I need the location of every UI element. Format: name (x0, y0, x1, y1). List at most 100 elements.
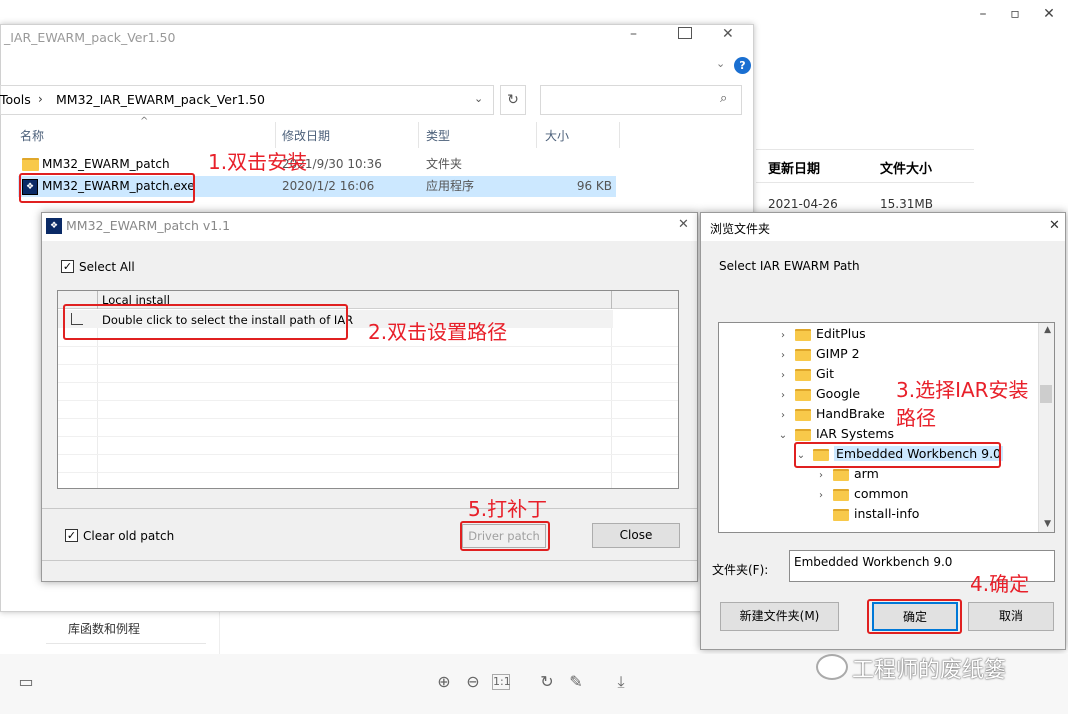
file-date: 2020/1/2 16:06 (282, 179, 375, 193)
explorer-minimize-button[interactable]: – (630, 26, 650, 42)
column-separator (536, 122, 537, 148)
column-separator (275, 122, 276, 148)
new-folder-button[interactable]: 新建文件夹(M) (720, 602, 839, 631)
scroll-down-icon[interactable]: ▼ (1044, 519, 1051, 529)
grid-line (58, 364, 678, 365)
chevron-right-icon[interactable]: › (815, 486, 827, 506)
grid-line (97, 328, 98, 488)
tree-item-label: GIMP 2 (816, 346, 860, 361)
chevron-right-icon[interactable]: › (777, 386, 789, 406)
fit-icon[interactable]: 1:1 (492, 674, 511, 690)
highlight-ok (867, 599, 962, 634)
patch-close-icon[interactable]: ✕ (678, 217, 689, 232)
grid-line (58, 346, 678, 347)
bg-divider (46, 643, 206, 644)
folder-icon (795, 348, 811, 361)
explorer-title: _IAR_EWARM_pack_Ver1.50 (4, 30, 176, 45)
edit-icon[interactable]: ✎ (566, 672, 586, 692)
clear-old-patch-checkbox[interactable]: ✓ (65, 529, 78, 542)
annotation-step1: 1.双击安装 (208, 150, 308, 174)
chevron-right-icon[interactable]: › (815, 466, 827, 486)
grid-line (58, 382, 678, 383)
tree-item-label: EditPlus (816, 326, 866, 341)
search-input[interactable] (540, 85, 742, 115)
folder-tree[interactable]: › EditPlus › GIMP 2 › Git › Google › HandBrak… (718, 322, 1055, 533)
tree-item[interactable]: › Google (777, 384, 860, 404)
annotation-step2: 2.双击设置路径 (368, 320, 508, 344)
grid-line (58, 436, 678, 437)
chevron-right-icon[interactable]: › (777, 346, 789, 366)
chevron-down-icon[interactable]: ⌄ (716, 57, 725, 70)
tree-item-label: Git (816, 366, 835, 381)
dialog-divider (42, 508, 697, 509)
wechat-icon (816, 654, 848, 680)
grid-line (58, 472, 678, 473)
chevron-right-icon[interactable]: › (777, 366, 789, 386)
tree-item[interactable]: › GIMP 2 (777, 344, 860, 364)
folder-label: 文件夹(F): (712, 563, 769, 577)
address-current[interactable]: MM32_IAR_EWARM_pack_Ver1.50 (56, 92, 265, 107)
chevron-right-icon[interactable]: › (777, 326, 789, 346)
tree-item-label: Google (816, 386, 861, 401)
tree-item-label: common (854, 486, 909, 501)
bg-col-date: 更新日期 (768, 162, 821, 177)
grid-line (58, 400, 678, 401)
patch-dialog-title: MM32_EWARM_patch v1.1 (66, 218, 231, 233)
tree-scrollbar[interactable] (1038, 323, 1054, 532)
column-separator (619, 122, 620, 148)
column-date[interactable]: 修改日期 (282, 125, 330, 147)
explorer-maximize-button[interactable] (678, 27, 692, 39)
scroll-up-icon[interactable]: ▲ (1044, 325, 1051, 335)
chevron-down-icon[interactable]: ⌄ (777, 426, 789, 446)
highlight-tree-item (794, 442, 1001, 468)
column-type[interactable]: 类型 (426, 125, 450, 147)
clear-old-patch-label: Clear old patch (83, 529, 175, 543)
highlight-list-row (63, 304, 348, 340)
bg-close-button[interactable]: ✕ (1026, 0, 1068, 28)
rotate-icon[interactable]: ↻ (537, 672, 557, 692)
annotation-step4: 4.确定 (970, 572, 1030, 596)
file-type: 应用程序 (426, 179, 475, 193)
help-icon[interactable]: ? (734, 57, 751, 74)
zoom-in-icon[interactable]: ⊕ (434, 672, 454, 692)
bg-divider (756, 182, 974, 183)
zoom-out-icon[interactable]: ⊖ (463, 672, 483, 692)
browse-prompt: Select IAR EWARM Path (719, 259, 860, 273)
tree-item[interactable]: › EditPlus (777, 324, 866, 344)
bg-row-size: 15.31MB (880, 197, 933, 211)
select-all-checkbox[interactable]: ✓ (61, 260, 74, 273)
address-dropdown-icon[interactable]: ⌄ (474, 92, 483, 105)
search-icon[interactable]: ⌕ (720, 91, 727, 106)
folder-icon (795, 408, 811, 421)
tree-item[interactable]: › HandBrake (777, 404, 885, 424)
chevron-right-icon[interactable]: › (777, 406, 789, 426)
tree-item[interactable]: install-info (815, 504, 919, 524)
tree-item[interactable]: ⌄ IAR Systems (777, 424, 894, 444)
cancel-button[interactable]: 取消 (968, 602, 1054, 631)
list-header-sep (611, 291, 612, 309)
refresh-button[interactable]: ↻ (500, 85, 526, 115)
browse-dialog-title: 浏览文件夹 (710, 222, 771, 236)
tree-item-label: install-info (854, 506, 920, 521)
highlight-driver-patch (460, 521, 550, 551)
explorer-close-button[interactable]: ✕ (722, 26, 734, 42)
folder-icon (795, 328, 811, 341)
layout-icon[interactable]: ▭ (16, 672, 36, 692)
download-icon[interactable]: ⤓ (611, 672, 631, 692)
column-size[interactable]: 大小 (545, 125, 569, 147)
folder-icon (833, 488, 849, 501)
app-icon: ❖ (46, 218, 62, 234)
browse-close-icon[interactable]: ✕ (1049, 218, 1060, 233)
column-name[interactable]: 名称 (20, 125, 44, 147)
scroll-thumb[interactable] (1040, 385, 1052, 403)
folder-icon (22, 158, 39, 171)
bg-sidebar-item[interactable]: 库函数和例程 (68, 620, 140, 637)
tree-item[interactable]: › Git (777, 364, 834, 384)
address-parent[interactable]: Tools (0, 92, 31, 107)
tree-item[interactable]: › common (815, 484, 908, 504)
file-name: MM32_EWARM_patch (42, 157, 170, 171)
status-bar (42, 560, 697, 581)
column-separator (418, 122, 419, 148)
close-button[interactable]: Close (592, 523, 680, 548)
tree-item-label: arm (854, 466, 879, 481)
